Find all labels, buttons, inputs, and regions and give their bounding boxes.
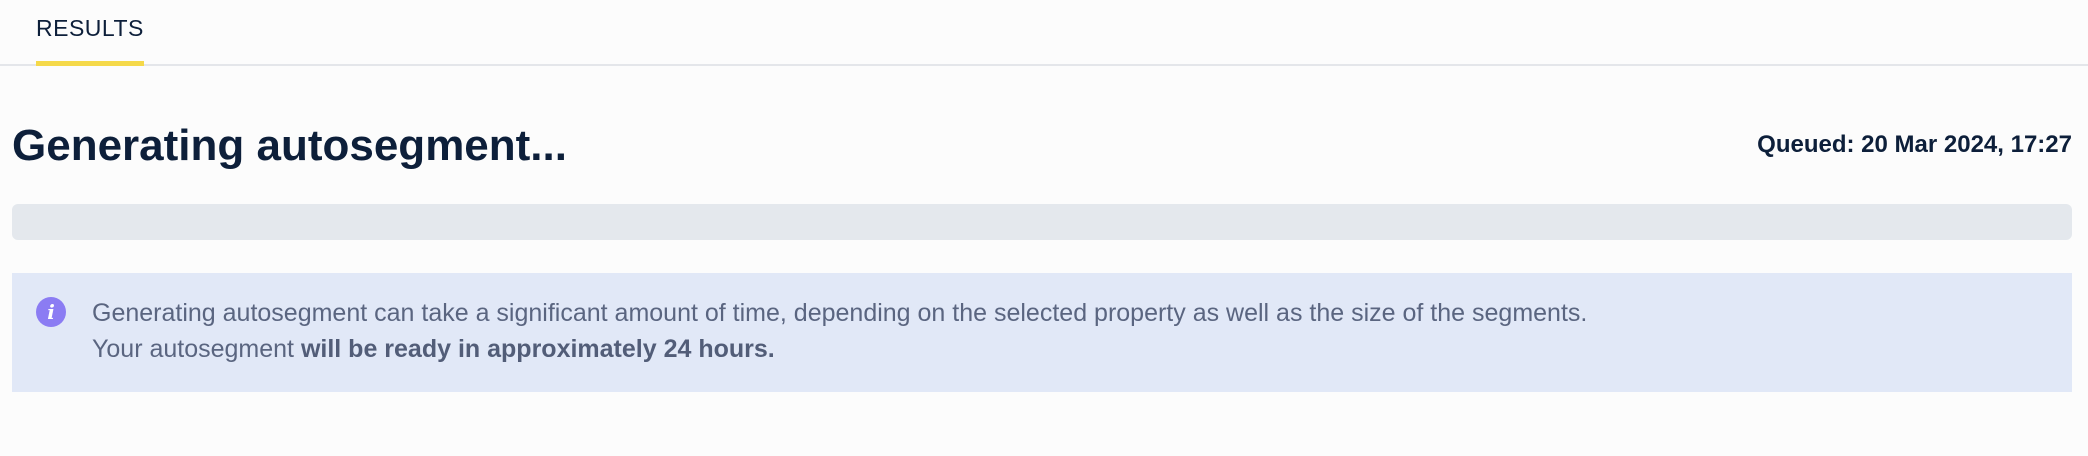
progress-bar: [12, 204, 2072, 240]
info-banner: i Generating autosegment can take a sign…: [12, 273, 2072, 392]
info-line-2: Your autosegment will be ready in approx…: [92, 331, 1587, 367]
info-message: Generating autosegment can take a signif…: [92, 295, 1587, 367]
info-icon: i: [36, 297, 66, 327]
page-title: Generating autosegment...: [12, 121, 567, 170]
info-line-1: Generating autosegment can take a signif…: [92, 299, 1588, 327]
tab-results[interactable]: RESULTS: [36, 0, 144, 66]
tab-bar: RESULTS: [0, 0, 2088, 66]
info-line-2-emphasis: will be ready in approximately 24 hours.: [300, 335, 775, 363]
queued-timestamp: Queued: 20 Mar 2024, 17:27: [1757, 131, 2072, 158]
info-line-2-prefix: Your autosegment: [92, 335, 301, 363]
